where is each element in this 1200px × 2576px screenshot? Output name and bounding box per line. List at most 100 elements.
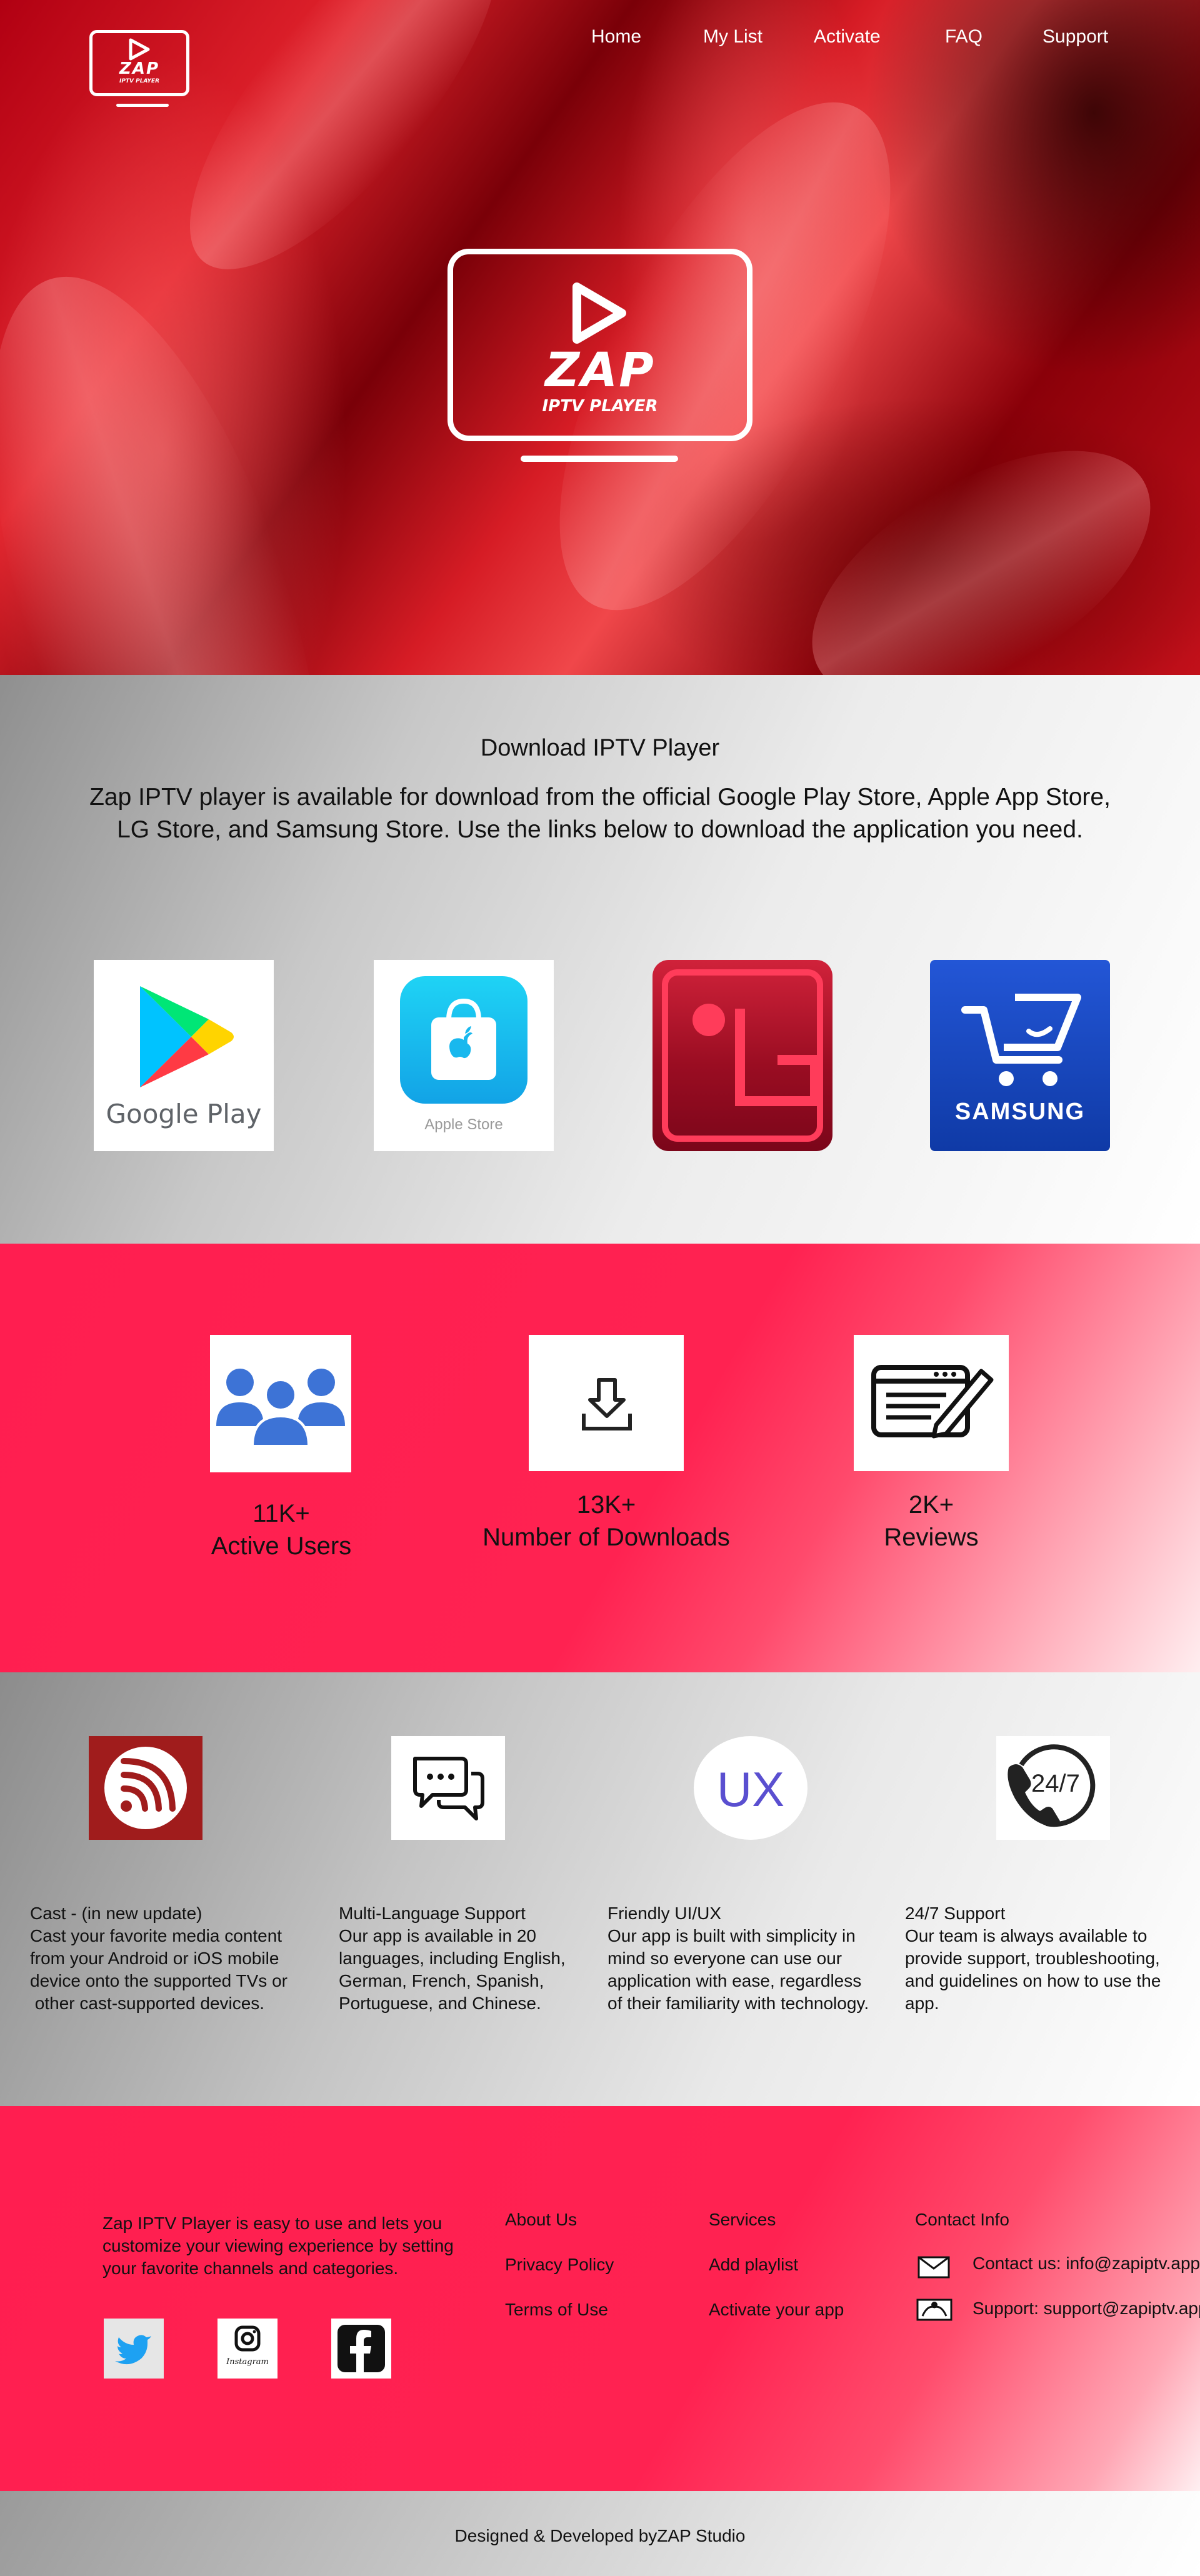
download-description-line: Zap IPTV player is available for downloa… — [89, 784, 1111, 811]
feature-title: Friendly UI/UX — [608, 1904, 722, 1923]
feature-text: Cast your favorite media content — [30, 1926, 282, 1945]
feature-text: Our app is available in 20 — [339, 1926, 536, 1945]
stat-downloads: 13K+ Number of Downloads — [450, 1489, 762, 1554]
twitter-button[interactable] — [104, 2319, 164, 2379]
instagram-icon — [234, 2325, 261, 2352]
stat-value: 11K+ — [252, 1500, 310, 1527]
feature-cast: Cast - (in new update) Cast your favorit… — [30, 1902, 318, 2015]
logo-stand — [116, 104, 169, 107]
cast-icon-box — [89, 1736, 202, 1840]
main-nav: Home My List Activate FAQ Support — [0, 26, 1200, 51]
instagram-button[interactable]: Instagram — [218, 2319, 278, 2379]
hero-logo: ZAP IPTV PLAYER — [448, 249, 752, 462]
users-icon-box — [210, 1335, 351, 1472]
users-icon — [216, 1369, 345, 1447]
google-play-icon — [140, 986, 234, 1087]
support-email-link[interactable]: Support: support@zapiptv.app — [972, 2299, 1200, 2319]
ux-icon-label: UX — [716, 1762, 785, 1817]
support-icon-box: 24/7 — [996, 1736, 1110, 1840]
stat-reviews: 2K+ Reviews — [838, 1489, 1025, 1554]
footer-link-add-playlist[interactable]: Add playlist — [709, 2255, 798, 2275]
footer-link-services[interactable]: Services — [709, 2210, 776, 2230]
nav-my-list[interactable]: My List — [703, 26, 762, 47]
feature-text: Our team is always available to — [905, 1926, 1148, 1945]
feature-text: device onto the supported TVs or — [30, 1971, 288, 1990]
chat-icon-box — [391, 1736, 505, 1840]
shopping-bag-icon — [431, 998, 496, 1080]
footer-link-privacy-policy[interactable]: Privacy Policy — [505, 2255, 614, 2275]
feature-text: Portuguese, and Chinese. — [339, 1994, 541, 2013]
stat-label: Number of Downloads — [482, 1524, 730, 1551]
hero-logo-brand: ZAP — [545, 342, 655, 397]
download-title: Download IPTV Player — [480, 735, 720, 761]
feature-text: German, French, Spanish, — [339, 1971, 544, 1990]
feature-title: Multi-Language Support — [339, 1904, 526, 1923]
footer-link-terms-of-use[interactable]: Terms of Use — [505, 2300, 608, 2320]
play-icon — [572, 282, 626, 344]
download-icon-box — [529, 1335, 684, 1471]
google-play-label: Google Play — [106, 1099, 262, 1129]
feature-text: other cast-supported devices. — [30, 1994, 265, 2013]
samsung-label: SAMSUNG — [954, 1099, 1086, 1125]
stat-value: 2K+ — [908, 1491, 954, 1519]
stat-value: 13K+ — [576, 1491, 636, 1519]
review-icon — [871, 1365, 994, 1439]
nav-faq[interactable]: FAQ — [945, 26, 982, 47]
footer-about-line: customize your viewing experience by set… — [102, 2236, 454, 2255]
contact-email-link[interactable]: Contact us: info@zapiptv.app — [972, 2254, 1200, 2274]
feature-text: from your Android or iOS mobile — [30, 1949, 279, 1968]
support-mail-icon — [916, 2299, 952, 2321]
nav-home[interactable]: Home — [591, 26, 641, 47]
feature-text: provide support, troubleshooting, — [905, 1949, 1160, 1968]
nav-activate[interactable]: Activate — [814, 26, 881, 47]
feature-text: languages, including English, — [339, 1949, 566, 1968]
download-description: Zap IPTV player is available for downloa… — [75, 781, 1125, 846]
footer-about-line: your favorite channels and categories. — [102, 2259, 399, 2278]
download-section: Download IPTV Player Zap IPTV player is … — [0, 675, 1200, 1244]
download-description-line: LG Store, and Samsung Store. Use the lin… — [117, 816, 1083, 843]
apple-store-icon — [400, 976, 528, 1104]
ux-icon-box: UX — [694, 1736, 808, 1840]
features-section: Cast - (in new update) Cast your favorit… — [0, 1672, 1200, 2106]
site-footer: Zap IPTV Player is easy to use and lets … — [0, 2106, 1200, 2491]
mail-icon — [918, 2256, 950, 2279]
silk-fold — [772, 400, 1191, 675]
footer-about-line: Zap IPTV Player is easy to use and lets … — [102, 2214, 442, 2233]
footer-link-about-us[interactable]: About Us — [505, 2210, 577, 2230]
feature-multi-language: Multi-Language Support Our app is availa… — [339, 1902, 601, 2015]
facebook-icon — [338, 2325, 385, 2372]
logo-tagline: IPTV PLAYER — [119, 78, 160, 84]
facebook-button[interactable] — [331, 2319, 391, 2379]
feature-ui-ux: Friendly UI/UX Our app is built with sim… — [608, 1902, 895, 2015]
logo-brand: ZAP — [119, 59, 160, 78]
stat-label: Active Users — [211, 1532, 352, 1560]
hero-banner: ZAP IPTV PLAYER Home My List Activate FA… — [0, 0, 1200, 675]
feature-title: Cast - (in new update) — [30, 1904, 202, 1923]
twitter-icon — [115, 2335, 151, 2365]
samsung-store-button[interactable]: SAMSUNG — [930, 960, 1110, 1151]
apple-store-button[interactable]: Apple Store — [374, 960, 554, 1151]
stats-section: 11K+ Active Users 13K+ Number of Downloa… — [0, 1244, 1200, 1672]
apple-store-label: Apple Store — [424, 1116, 503, 1133]
feature-text: app. — [905, 1994, 939, 2013]
feature-text: and guidelines on how to use the — [905, 1971, 1161, 1990]
footer-link-activate-app[interactable]: Activate your app — [709, 2300, 844, 2320]
support-icon-label: 24/7 — [1031, 1770, 1080, 1797]
silk-fold — [0, 239, 388, 675]
google-play-button[interactable]: Google Play — [94, 960, 274, 1151]
copyright-bar: Designed & Developed byZAP Studio — [0, 2491, 1200, 2576]
stat-label: Reviews — [884, 1524, 979, 1551]
feature-text: of their familiarity with technology. — [608, 1994, 869, 2013]
copyright-text: Designed & Developed byZAP Studio — [454, 2526, 746, 2545]
feature-text: Our app is built with simplicity in — [608, 1926, 856, 1945]
feature-text: application with ease, regardless — [608, 1971, 862, 1990]
review-icon-box — [854, 1335, 1009, 1471]
cast-icon — [104, 1747, 187, 1829]
hero-logo-tagline: IPTV PLAYER — [542, 397, 658, 416]
nav-support[interactable]: Support — [1042, 26, 1108, 47]
chat-icon — [413, 1757, 484, 1820]
feature-title: 24/7 Support — [905, 1904, 1006, 1923]
footer-about: Zap IPTV Player is easy to use and lets … — [102, 2212, 471, 2280]
shopping-cart-icon — [961, 994, 1081, 1086]
lg-store-button[interactable] — [652, 960, 832, 1151]
